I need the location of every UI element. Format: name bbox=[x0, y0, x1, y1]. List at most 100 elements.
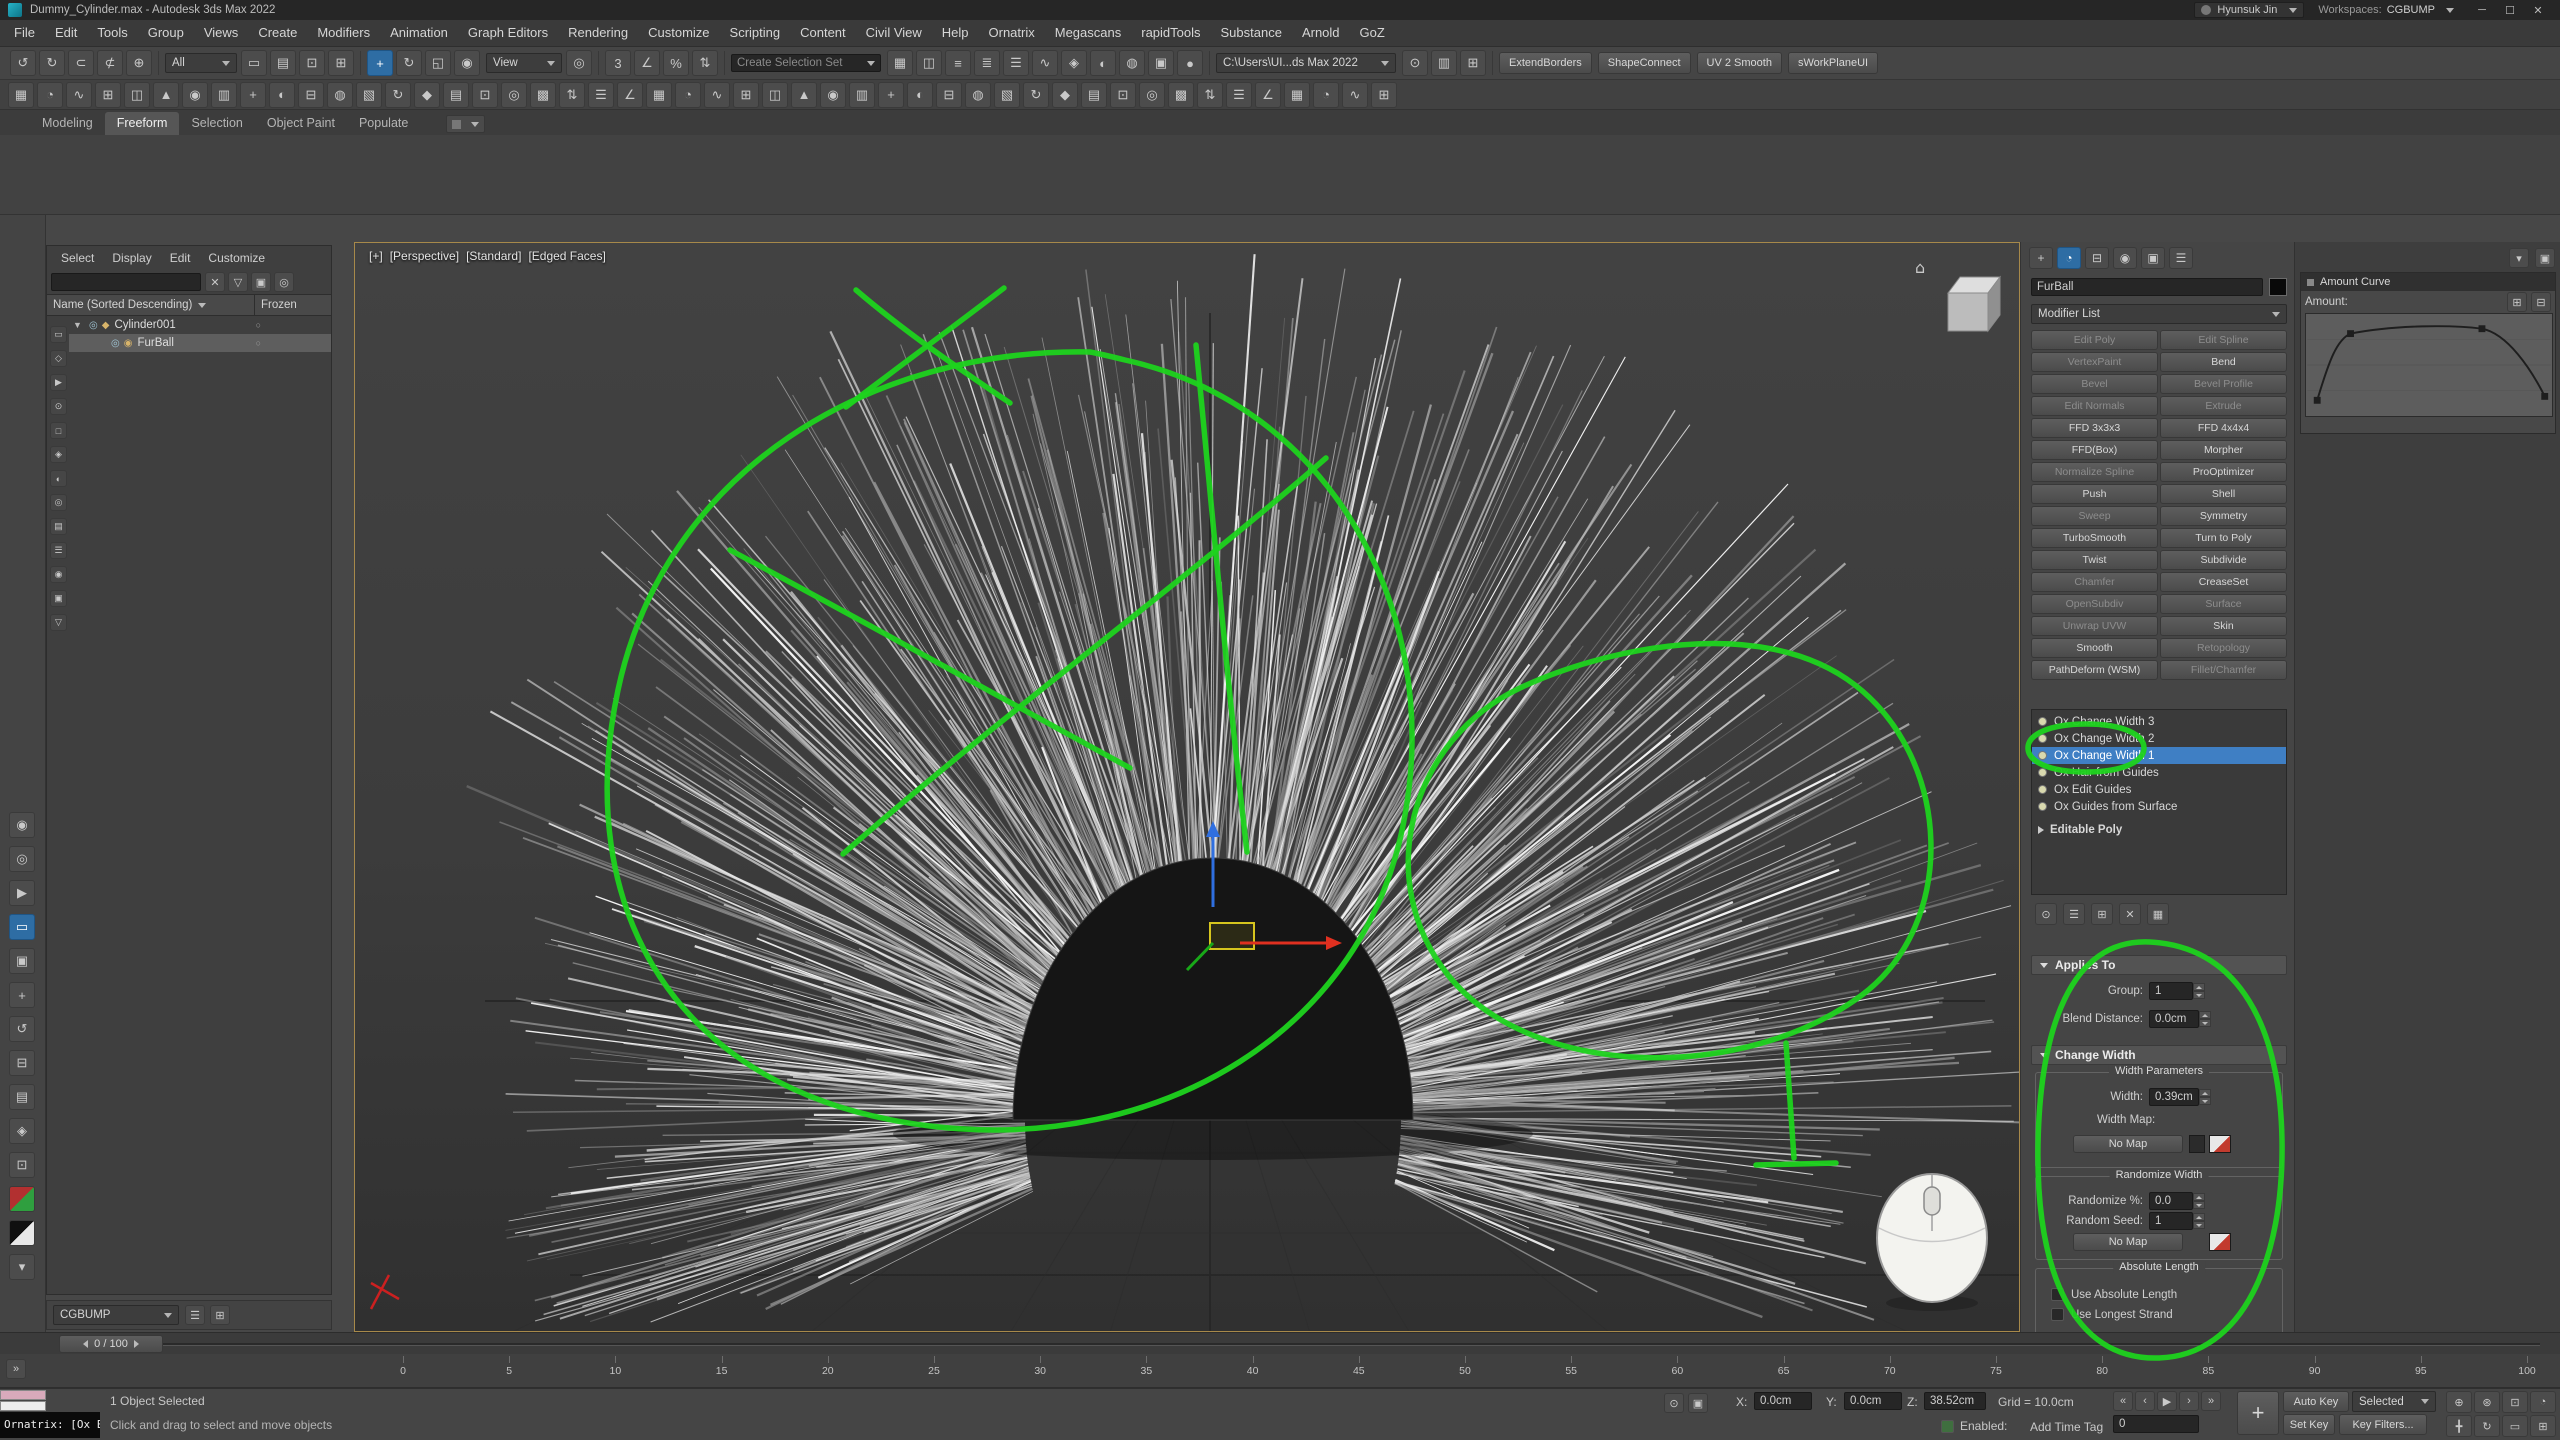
display-filter-2-icon[interactable]: ◇ bbox=[50, 350, 67, 367]
width-spinner[interactable] bbox=[2199, 1089, 2211, 1105]
menu-item[interactable]: Group bbox=[138, 20, 194, 46]
previous-frame-arrow-icon[interactable] bbox=[83, 1340, 88, 1348]
ornatrix-tool-6-icon[interactable]: + bbox=[9, 982, 35, 1008]
modifier-visibility-icon[interactable] bbox=[2038, 734, 2047, 743]
use-longest-strand-checkbox[interactable] bbox=[2051, 1308, 2064, 1321]
modifier-button[interactable]: Surface bbox=[2160, 594, 2287, 614]
select-and-link-icon[interactable]: ⊂ bbox=[68, 50, 94, 76]
modifier-button[interactable]: Shell bbox=[2160, 484, 2287, 504]
next-frame-icon[interactable]: › bbox=[2179, 1391, 2199, 1411]
layer-manager-icon[interactable]: ≣ bbox=[974, 50, 1000, 76]
spinner-snap-icon[interactable]: ⇅ bbox=[692, 50, 718, 76]
modifier-button[interactable]: Retopology bbox=[2160, 638, 2287, 658]
mini-grid-icon[interactable]: ⊞ bbox=[210, 1305, 230, 1325]
plugin-tool-2-icon[interactable]: ◔ bbox=[37, 82, 63, 108]
modifier-button[interactable]: Fillet/Chamfer bbox=[2160, 660, 2287, 680]
display-filter-12-icon[interactable]: ▣ bbox=[50, 590, 67, 607]
display-filter-4-icon[interactable]: ⊙ bbox=[50, 398, 67, 415]
ornatrix-tool-4-icon[interactable]: ▭ bbox=[9, 914, 35, 940]
menu-item[interactable]: Scripting bbox=[720, 20, 791, 46]
pan-icon[interactable]: ╋ bbox=[2446, 1415, 2472, 1437]
group-spinner[interactable] bbox=[2193, 983, 2205, 999]
plugin-tool-27-icon[interactable]: ◫ bbox=[762, 82, 788, 108]
randomize-pct-field[interactable]: 0.0 bbox=[2149, 1192, 2193, 1210]
plugin-tool-4-icon[interactable]: ⊞ bbox=[95, 82, 121, 108]
z-coordinate-field[interactable]: 38.52cm bbox=[1924, 1392, 1986, 1410]
mini-curve-editor-button[interactable]: » bbox=[6, 1359, 26, 1379]
modifier-button[interactable]: Extrude bbox=[2160, 396, 2287, 416]
ribbon-toggle-icon[interactable]: ☰ bbox=[1003, 50, 1029, 76]
plugin-tool-23-icon[interactable]: ▦ bbox=[646, 82, 672, 108]
menu-item[interactable]: Animation bbox=[380, 20, 458, 46]
scene-node-row[interactable]: ▼ ◎ ◆ Cylinder001 ○ bbox=[69, 316, 331, 334]
measure-icon[interactable]: ▥ bbox=[1431, 50, 1457, 76]
modifier-button[interactable]: Twist bbox=[2031, 550, 2158, 570]
plugin-tool-31-icon[interactable]: + bbox=[878, 82, 904, 108]
viewport-label-segment[interactable]: [Edged Faces] bbox=[528, 249, 605, 263]
randomize-pct-spinner[interactable] bbox=[2193, 1193, 2205, 1209]
play-icon[interactable]: ▶ bbox=[2157, 1391, 2177, 1411]
explorer-search-input[interactable] bbox=[57, 276, 195, 288]
select-and-rotate-icon[interactable]: ↻ bbox=[396, 50, 422, 76]
modifier-button[interactable]: Sweep bbox=[2031, 506, 2158, 526]
width-map-button[interactable]: No Map bbox=[2073, 1135, 2183, 1153]
select-by-name-icon[interactable]: ▤ bbox=[270, 50, 296, 76]
material-editor-icon[interactable]: ◐ bbox=[1090, 50, 1116, 76]
maxscript-mini-listener-macro[interactable] bbox=[0, 1390, 46, 1400]
perspective-viewport[interactable]: ⌂ [+][Perspective][Standard][Edged Faces… bbox=[354, 242, 2020, 1332]
menu-item[interactable]: Tools bbox=[87, 20, 137, 46]
render-production-icon[interactable]: ● bbox=[1177, 50, 1203, 76]
ornatrix-tool-13-icon[interactable]: ■ bbox=[9, 1220, 35, 1246]
grid-toggle-icon[interactable]: ⊞ bbox=[1460, 50, 1486, 76]
plugin-tool-35-icon[interactable]: ▧ bbox=[994, 82, 1020, 108]
schematic-view-icon[interactable]: ◈ bbox=[1061, 50, 1087, 76]
plugin-tool-10-icon[interactable]: ◐ bbox=[269, 82, 295, 108]
display-filter-10-icon[interactable]: ☰ bbox=[50, 542, 67, 559]
ornatrix-tool-2-icon[interactable]: ◎ bbox=[9, 846, 35, 872]
plugin-tool-33-icon[interactable]: ⊟ bbox=[936, 82, 962, 108]
maxscript-listener-output[interactable]: Ornatrix: [Ox E bbox=[0, 1412, 100, 1438]
plugin-tool-9-icon[interactable]: + bbox=[240, 82, 266, 108]
explorer-menu-item[interactable]: Customize bbox=[200, 251, 273, 265]
curve-copy-icon[interactable]: ⊞ bbox=[2507, 292, 2527, 312]
modifier-stack-item[interactable]: Ox Change Width 3 bbox=[2032, 713, 2286, 730]
explorer-search-field[interactable] bbox=[51, 273, 201, 291]
width-field[interactable]: 0.39cm bbox=[2149, 1088, 2199, 1106]
explorer-menu-item[interactable]: Edit bbox=[162, 251, 199, 265]
plugin-tool-45-icon[interactable]: ▦ bbox=[1284, 82, 1310, 108]
display-filter-5-icon[interactable]: □ bbox=[50, 422, 67, 439]
curve-editor-icon[interactable]: ∿ bbox=[1032, 50, 1058, 76]
go-to-end-icon[interactable]: » bbox=[2201, 1391, 2221, 1411]
bind-to-space-warp-icon[interactable]: ⊕ bbox=[126, 50, 152, 76]
modifier-button[interactable]: VertexPaint bbox=[2031, 352, 2158, 372]
ribbon-tab[interactable]: Object Paint bbox=[255, 112, 347, 135]
menu-item[interactable]: Help bbox=[932, 20, 979, 46]
plugin-tool-11-icon[interactable]: ⊟ bbox=[298, 82, 324, 108]
random-map-toggle-icon[interactable] bbox=[2209, 1233, 2231, 1251]
menu-item[interactable]: Substance bbox=[1211, 20, 1292, 46]
plugin-tool-21-icon[interactable]: ☰ bbox=[588, 82, 614, 108]
modifier-stack-item[interactable]: Ox Guides from Surface bbox=[2032, 798, 2286, 815]
modifier-button[interactable]: FFD(Box) bbox=[2031, 440, 2158, 460]
modifier-visibility-icon[interactable] bbox=[2038, 768, 2047, 777]
ornatrix-tool-10-icon[interactable]: ◈ bbox=[9, 1118, 35, 1144]
mirror-icon[interactable]: ◫ bbox=[916, 50, 942, 76]
sync-selection-icon[interactable]: ◎ bbox=[274, 272, 294, 292]
explorer-menu-item[interactable]: Display bbox=[104, 251, 159, 265]
ornatrix-tool-12-icon[interactable]: ■ bbox=[9, 1186, 35, 1212]
redo-icon[interactable]: ↻ bbox=[39, 50, 65, 76]
modifier-button[interactable]: Symmetry bbox=[2160, 506, 2287, 526]
plugin-tool-39-icon[interactable]: ⊡ bbox=[1110, 82, 1136, 108]
menu-item[interactable]: rapidTools bbox=[1131, 20, 1210, 46]
display-filter-9-icon[interactable]: ▤ bbox=[50, 518, 67, 535]
angle-snap-icon[interactable]: ∠ bbox=[634, 50, 660, 76]
dock-collapse-icon[interactable]: ▾ bbox=[2509, 248, 2529, 268]
column-header-name[interactable]: Name (Sorted Descending) bbox=[47, 295, 255, 315]
scene-node-row[interactable]: ◎ ◉ FurBall ○ bbox=[69, 334, 331, 352]
viewport-label-segment[interactable]: [+] bbox=[369, 249, 383, 263]
modifier-button[interactable]: FFD 3x3x3 bbox=[2031, 418, 2158, 438]
plugin-tool-44-icon[interactable]: ∠ bbox=[1255, 82, 1281, 108]
menu-item[interactable]: File bbox=[4, 20, 45, 46]
select-and-place-icon[interactable]: ◉ bbox=[454, 50, 480, 76]
set-key-button[interactable]: Set Key bbox=[2283, 1414, 2335, 1435]
